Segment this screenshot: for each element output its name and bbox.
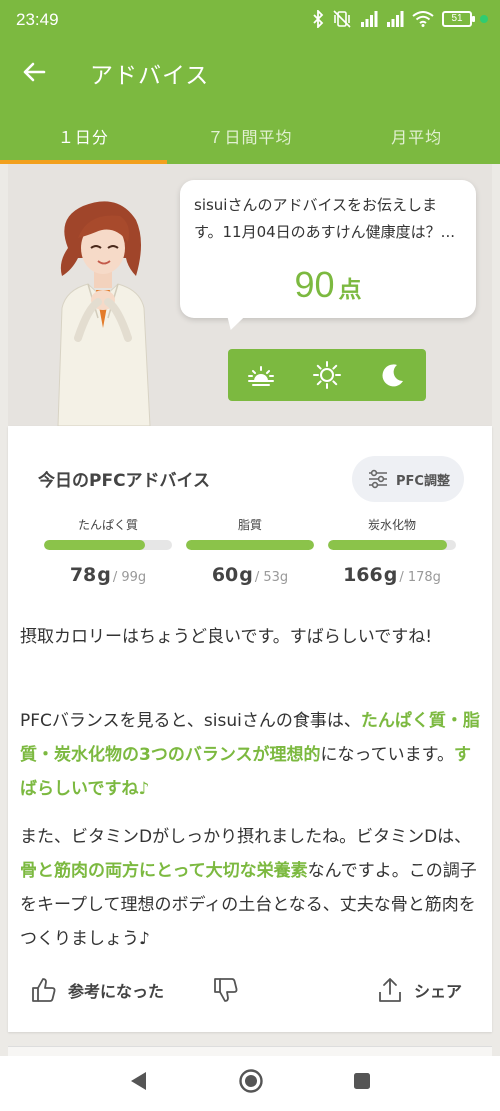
share-icon (379, 978, 401, 1002)
wifi-icon (412, 11, 434, 27)
pfc-adjust-label: PFC調整 (396, 473, 450, 489)
nav-recents-icon[interactable] (353, 1072, 371, 1090)
thumbs-down-icon (214, 978, 238, 1002)
nutrient-value: 60 (211, 564, 239, 586)
nutrient-unit: g (97, 564, 111, 586)
advice-text: PFCバランスを見ると、sisuiさんの食事は、 (20, 711, 361, 731)
advice-text: になっています。 (320, 745, 454, 765)
status-time: 23:49 (16, 10, 59, 29)
nutrient-progress-bar (44, 540, 172, 550)
helpful-label: 参考になった (68, 982, 165, 1001)
advice-paragraph-pfc-balance: PFCバランスを見ると、sisuiさんの食事は、たんぱく質・脂質・炭水化物の3つ… (20, 704, 482, 806)
health-score: 90 点 (180, 264, 476, 306)
nutrient-progress-bar (186, 540, 314, 550)
vibrate-off-icon (333, 10, 351, 28)
nutrient-fat: 脂質 60g/ 53g (186, 516, 314, 586)
signal-icon-2 (387, 11, 404, 27)
advice-message: sisuiさんのアドバイスをお伝えします。11月04日のあすけん健康度は？... (194, 196, 455, 241)
feedback-actions: 参考になった シェア (8, 968, 492, 1014)
meal-time-selector (228, 349, 426, 401)
nutrient-target: / 178g (399, 570, 441, 585)
nutrient-protein: たんぱく質 78g/ 99g (44, 516, 172, 586)
nutrient-carbohydrate: 炭水化物 166g/ 178g (328, 516, 456, 586)
nutrient-progress-fill (186, 540, 314, 550)
back-arrow-icon[interactable] (18, 56, 50, 88)
nutrient-value: 166 (343, 564, 383, 586)
advice-speech-bubble: sisuiさんのアドバイスをお伝えします。11月04日のあすけん健康度は？...… (180, 180, 476, 318)
nutrient-label: 脂質 (237, 518, 262, 532)
share-button[interactable]: シェア (376, 976, 462, 1004)
app-bar: アドバイス (0, 42, 500, 102)
pfc-heading: 今日のPFCアドバイス (38, 471, 211, 491)
nutrient-values: 78g/ 99g (44, 564, 172, 586)
pfc-adjust-button[interactable]: PFC調整 (352, 456, 464, 502)
thumbs-up-icon (32, 978, 56, 1002)
advice-highlight: 骨と筋肉の両方にとって大切な栄養素 (20, 861, 308, 881)
health-score-unit: 点 (338, 277, 362, 303)
nutrient-progress-bar (328, 540, 456, 550)
system-nav-bar (0, 1056, 500, 1111)
advice-text: また、ビタミンDがしっかり摂れましたね。ビタミンDは、 (20, 827, 472, 847)
battery-icon: 51 (442, 11, 475, 27)
tab-seven-day-average[interactable]: ７日間平均 (167, 102, 334, 164)
sunrise-icon[interactable] (245, 359, 277, 391)
not-helpful-button[interactable] (212, 976, 240, 1004)
nutrient-progress-fill (44, 540, 146, 550)
advisor-avatar (57, 201, 151, 426)
nutrient-target: / 99g (112, 570, 147, 585)
advisor-section: sisuiさんのアドバイスをお伝えします。11月04日のあすけん健康度は？...… (8, 164, 492, 426)
bluetooth-icon (313, 10, 324, 28)
nutrient-summary: たんぱく質 78g/ 99g 脂質 60g/ 53g 炭水化物 166g/ 17… (44, 516, 456, 586)
page-title: アドバイス (90, 63, 210, 89)
nutrient-label: たんぱく質 (77, 518, 138, 532)
signal-icon (361, 11, 378, 27)
moon-icon[interactable] (377, 359, 409, 391)
health-score-value: 90 (294, 264, 335, 305)
nutrient-progress-fill (328, 540, 448, 550)
pfc-advice-card: 今日のPFCアドバイス PFC調整 たんぱく質 78g/ 99g 脂質 60g /… (8, 426, 492, 1032)
nutrient-values: 60g/ 53g (186, 564, 314, 586)
nutrient-label: 炭水化物 (367, 518, 416, 532)
nav-home-icon[interactable] (238, 1068, 264, 1094)
sun-icon[interactable] (311, 359, 343, 391)
nutrient-target: / 53g (254, 570, 289, 585)
period-tabs: １日分 ７日間平均 月平均 (0, 102, 500, 164)
helpful-button[interactable]: 参考になった (30, 976, 164, 1004)
share-label: シェア (414, 982, 463, 1001)
nutrient-values: 166g/ 178g (328, 564, 456, 586)
status-bar: 23:49 51 (0, 0, 500, 42)
tab-one-day[interactable]: １日分 (0, 102, 167, 164)
advice-paragraph-vitamin-d: また、ビタミンDがしっかり摂れましたね。ビタミンDは、骨と筋肉の両方にとって大切… (20, 820, 482, 956)
next-card-edge (8, 1046, 492, 1056)
nav-back-icon[interactable] (128, 1070, 148, 1092)
sliders-icon (369, 469, 388, 489)
nutrient-value: 78 (69, 564, 97, 586)
nutrient-unit: g (383, 564, 398, 586)
tab-monthly-average[interactable]: 月平均 (333, 102, 500, 164)
advice-paragraph-calorie: 摂取カロリーはちょうど良いです。すばらしいですね! (20, 627, 433, 647)
nutrient-unit: g (239, 564, 253, 586)
notification-dot (480, 15, 488, 23)
status-icons: 51 (312, 10, 488, 28)
